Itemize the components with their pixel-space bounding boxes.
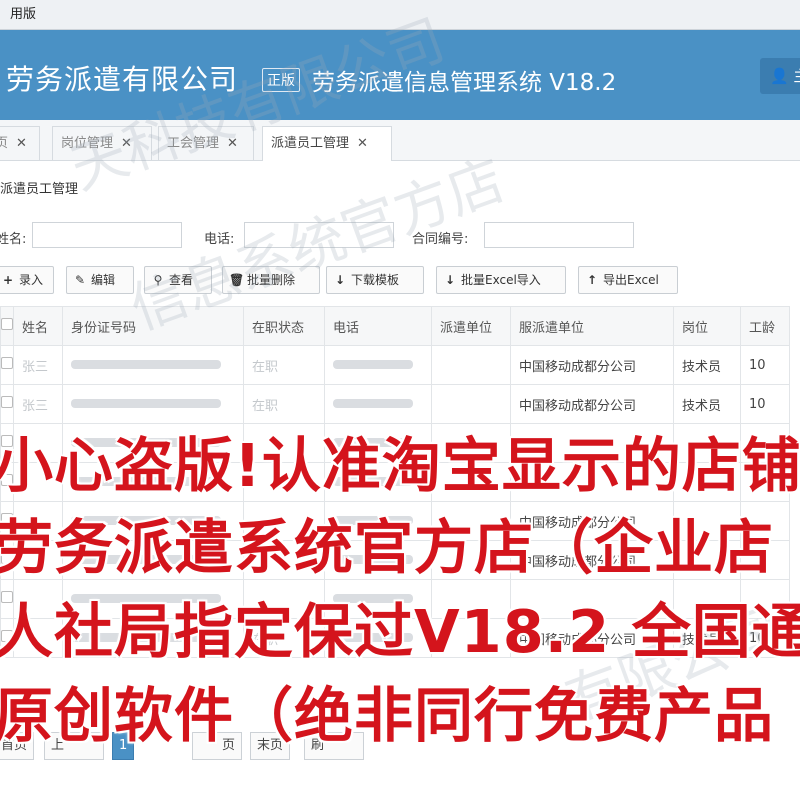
name-label: 姓名:	[0, 232, 27, 247]
search-row: 姓名: 电话: 合同编号:	[0, 222, 800, 252]
cell-name-text: 张三	[22, 398, 49, 414]
cell-status: 在职	[243, 345, 325, 385]
view-button[interactable]: ⚲ 查看	[144, 266, 212, 294]
edition-badge: 正版	[262, 68, 300, 92]
promo-line-4: 原创软件（绝非同行免费产品	[0, 681, 775, 750]
select-all-cell[interactable]	[0, 306, 14, 346]
row-checkbox-cell[interactable]	[0, 345, 14, 385]
batch-delete-label: 批量删除	[247, 273, 296, 287]
promo-line-3: 人社局指定保过V18.2 全国通	[0, 597, 800, 666]
trash-icon: 🗑	[229, 273, 245, 287]
close-icon[interactable]: ✕	[121, 136, 132, 151]
tab-label: 派遣员工管理	[271, 136, 350, 151]
contract-label: 合同编号:	[412, 232, 469, 247]
cell-years-text: 10	[749, 357, 766, 373]
header-post[interactable]: 岗位	[673, 306, 741, 346]
tab-bar: 页 ✕ 岗位管理 ✕ 工会管理 ✕ 派遣员工管理 ✕	[0, 120, 800, 161]
cell-dispatch-unit	[431, 345, 511, 385]
close-icon[interactable]: ✕	[357, 136, 368, 151]
window-title-bar: 用版	[0, 0, 800, 30]
tab-dispatch-staff[interactable]: 派遣员工管理 ✕	[262, 126, 392, 161]
checkbox[interactable]	[1, 396, 13, 408]
cell-id-number	[62, 345, 244, 385]
batch-import-label: 批量Excel导入	[461, 273, 541, 287]
header-status[interactable]: 在职状态	[243, 306, 325, 346]
phone-input[interactable]	[244, 222, 394, 248]
pencil-icon: ✎	[74, 273, 86, 287]
header-phone[interactable]: 电话	[324, 306, 432, 346]
cell-years: 10	[740, 345, 790, 385]
plus-icon: +	[2, 273, 14, 287]
export-label: 导出Excel	[603, 273, 659, 287]
close-icon[interactable]: ✕	[227, 136, 238, 151]
download-icon: ↓	[444, 273, 456, 287]
batch-delete-button[interactable]: 🗑 批量删除	[222, 266, 320, 294]
edit-button[interactable]: ✎ 编辑	[66, 266, 134, 294]
download-template-label: 下载模板	[351, 273, 400, 287]
cell-years-text: 10	[749, 396, 766, 412]
tab-label: 岗位管理	[61, 136, 114, 151]
cell-name: 张三	[13, 345, 63, 385]
cell-post: 技术员	[673, 345, 741, 385]
user-icon: 👤	[770, 67, 789, 85]
table-row[interactable]: 张三 在职 中国移动成都分公司 技术员 10	[0, 345, 790, 385]
checkbox[interactable]	[1, 318, 13, 330]
user-button-label: 主	[793, 67, 800, 85]
window-title: 用版	[10, 7, 37, 22]
tab-home[interactable]: 页 ✕	[0, 126, 40, 160]
header-dispatch-unit[interactable]: 派遣单位	[431, 306, 511, 346]
cell-service-unit-text: 中国移动成都分公司	[519, 398, 637, 414]
batch-import-button[interactable]: ↓ 批量Excel导入	[436, 266, 566, 294]
cell-post-text: 技术员	[682, 359, 722, 375]
system-title: 劳务派遣信息管理系统 V18.2	[312, 70, 617, 96]
cell-status-text: 在职	[252, 398, 279, 414]
close-icon[interactable]: ✕	[16, 136, 27, 151]
add-label: 录入	[19, 273, 44, 287]
header-id-number[interactable]: 身份证号码	[62, 306, 244, 346]
redacted-value	[333, 359, 413, 369]
redacted-value	[71, 359, 221, 369]
table-header-row: 姓名 身份证号码 在职状态 电话 派遣单位 服派遣单位 岗位 工龄	[0, 306, 790, 346]
promo-line-2: 劳务派遣系统官方店（企业店	[0, 513, 775, 582]
cell-status-text: 在职	[252, 359, 279, 375]
view-label: 查看	[169, 273, 194, 287]
cell-post-text: 技术员	[682, 398, 722, 414]
panel-title: 派遣员工管理	[0, 182, 79, 197]
header-name[interactable]: 姓名	[13, 306, 63, 346]
tab-label: 工会管理	[167, 136, 220, 151]
promo-line-1: 小心盗版!认准淘宝显示的店铺	[0, 431, 800, 500]
cell-service-unit-text: 中国移动成都分公司	[519, 359, 637, 375]
cell-name-text: 张三	[22, 359, 49, 375]
download-icon: ↓	[334, 273, 346, 287]
toolbar: + 录入 ✎ 编辑 ⚲ 查看 🗑 批量删除 ↓ 下载模板 ↓ 批量Excel导入 ↑ 导出Ex…	[0, 266, 800, 296]
redacted-value	[333, 398, 413, 408]
header-service-unit[interactable]: 服派遣单位	[510, 306, 674, 346]
edit-label: 编辑	[91, 273, 116, 287]
add-button[interactable]: + 录入	[0, 266, 54, 294]
phone-label: 电话:	[204, 232, 235, 247]
company-name: 劳务派遣有限公司	[6, 63, 239, 96]
tab-post-management[interactable]: 岗位管理 ✕	[52, 126, 152, 160]
checkbox[interactable]	[1, 357, 13, 369]
contract-input[interactable]	[484, 222, 634, 248]
tab-label: 页	[0, 136, 9, 151]
search-icon: ⚲	[153, 273, 163, 287]
redacted-value	[71, 398, 221, 408]
user-menu-button[interactable]: 👤 主	[760, 58, 800, 94]
cell-phone	[324, 345, 432, 385]
cell-service-unit: 中国移动成都分公司	[510, 345, 674, 385]
tab-union-management[interactable]: 工会管理 ✕	[158, 126, 254, 160]
export-button[interactable]: ↑ 导出Excel	[578, 266, 678, 294]
name-input[interactable]	[32, 222, 182, 248]
download-template-button[interactable]: ↓ 下载模板	[326, 266, 424, 294]
header-years[interactable]: 工龄	[740, 306, 790, 346]
upload-icon: ↑	[586, 273, 598, 287]
app-header: 劳务派遣有限公司 正版 劳务派遣信息管理系统 V18.2 👤 主	[0, 30, 800, 120]
